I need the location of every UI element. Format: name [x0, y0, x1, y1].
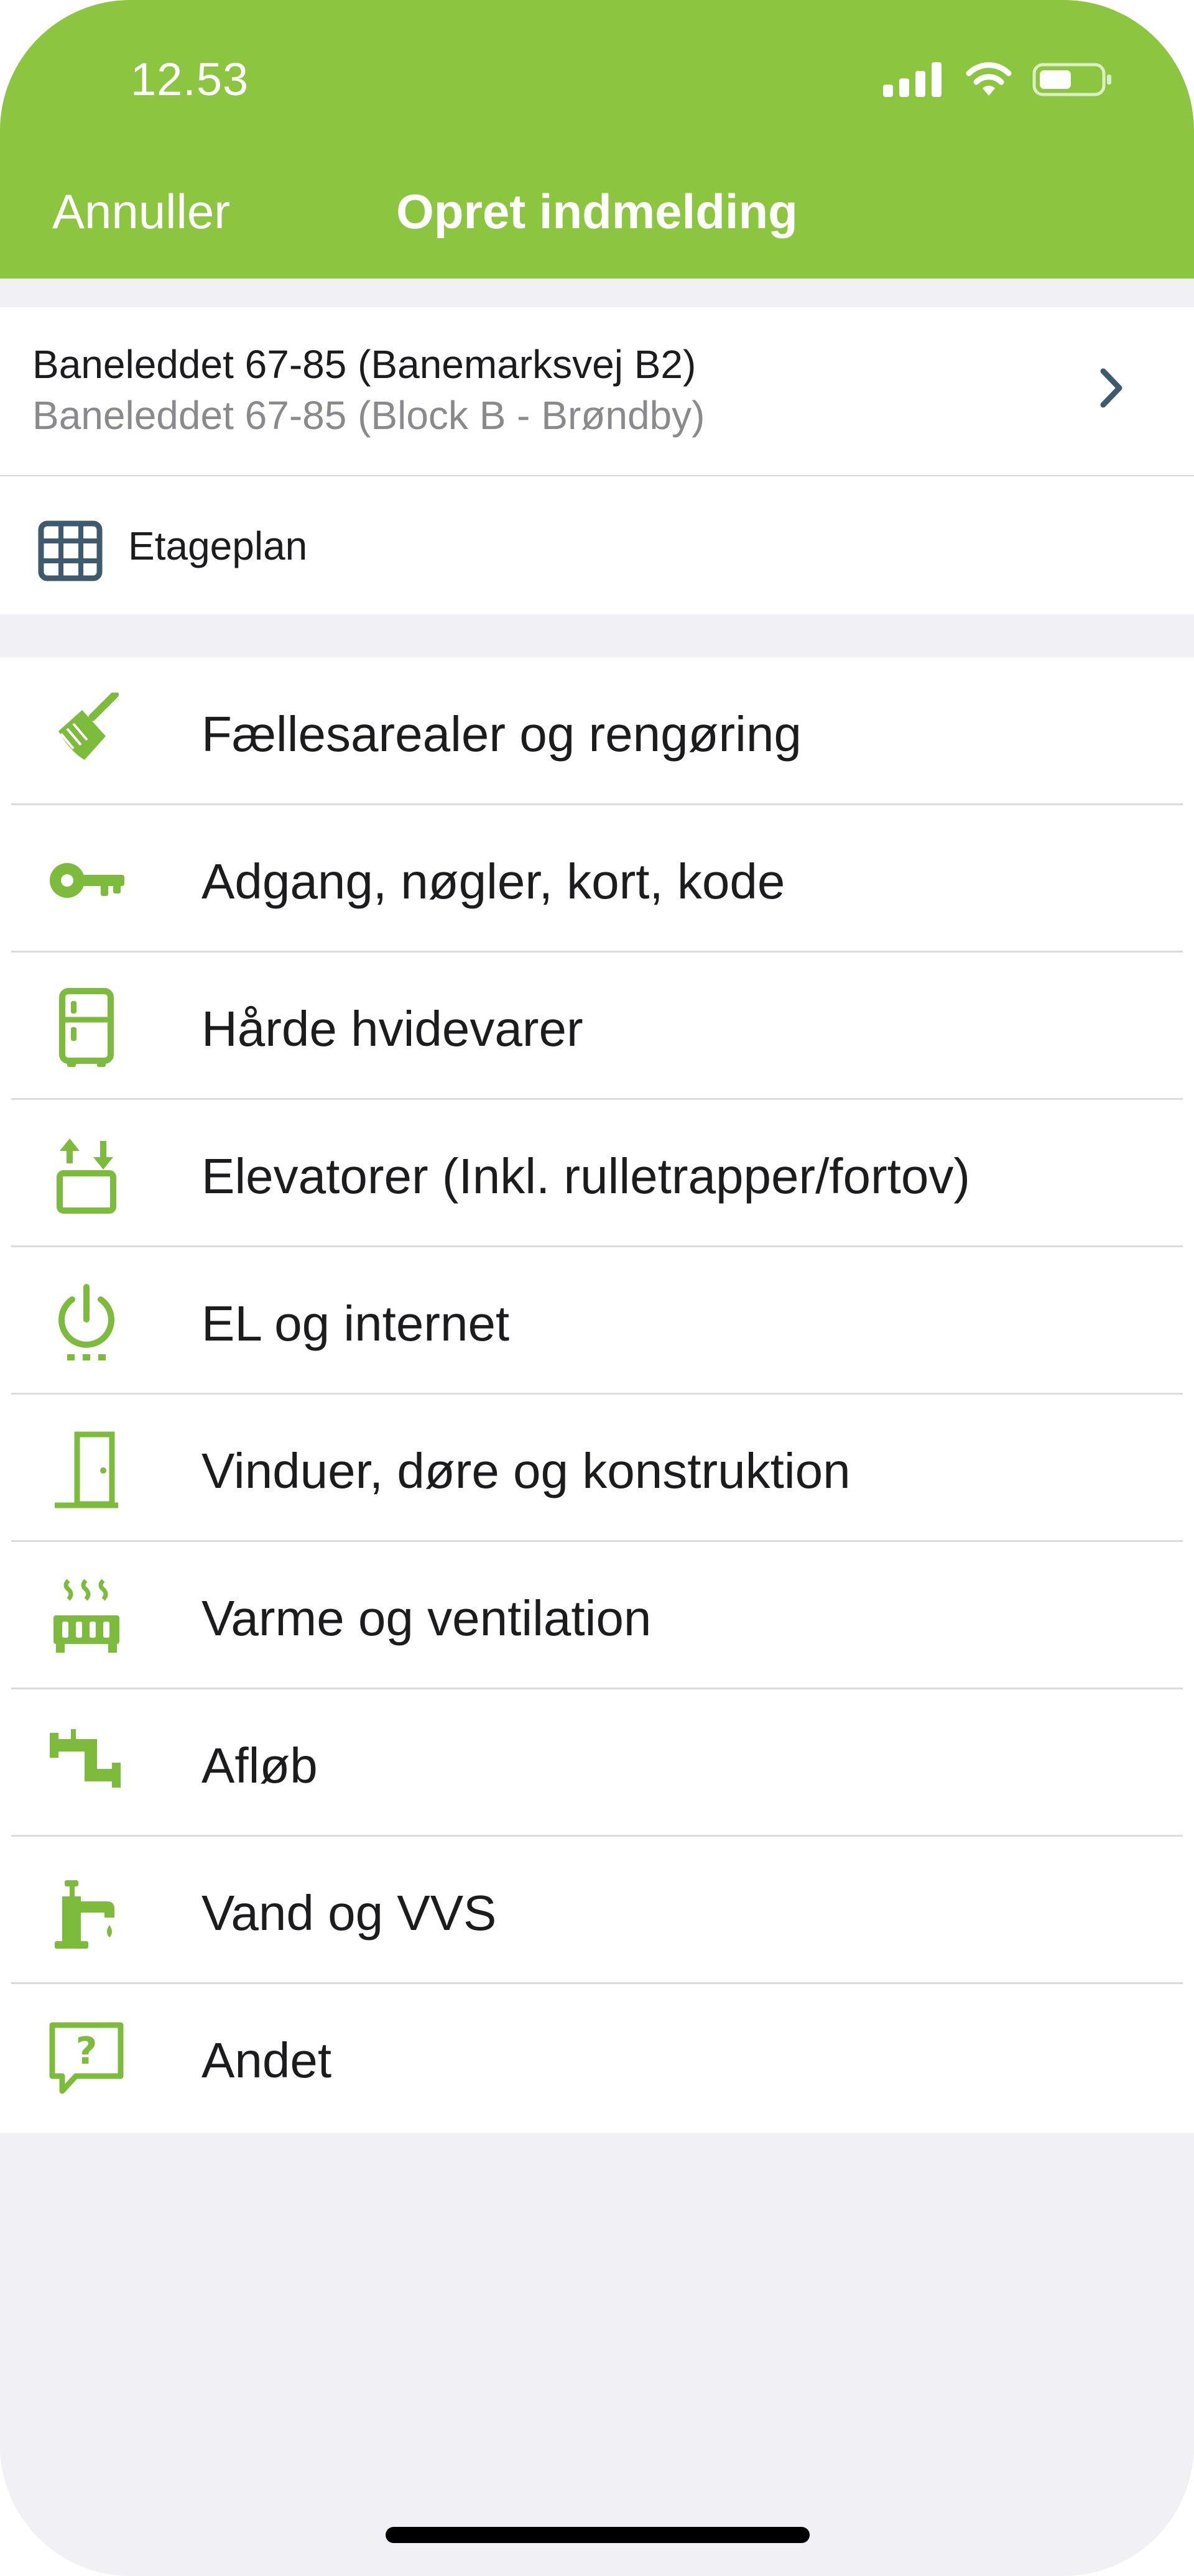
category-item-access[interactable]: Adgang, nøgler, kort, kode: [0, 805, 1194, 953]
category-item-electricity[interactable]: EL og internet: [0, 1247, 1194, 1395]
category-label: Elevatorer (Inkl. rulletrapper/fortov): [201, 1148, 971, 1204]
drain-pipe-icon: [50, 1729, 121, 1788]
faucet-icon: [55, 1880, 114, 1949]
category-label: Hårde hvidevarer: [201, 1001, 583, 1056]
status-time: 12.53: [131, 53, 249, 105]
category-label: EL og internet: [201, 1296, 510, 1351]
category-label: Adgang, nøgler, kort, kode: [201, 854, 785, 909]
category-item-windows-doors[interactable]: Vinduer, døre og konstruktion: [0, 1395, 1194, 1542]
category-item-heating[interactable]: Varme og ventilation: [0, 1542, 1194, 1689]
wifi-icon: [966, 62, 1012, 96]
location-selector[interactable]: Baneleddet 67-85 (Banemarksvej B2) Banel…: [0, 307, 1194, 475]
svg-text:?: ?: [76, 2029, 98, 2073]
category-item-water[interactable]: Vand og VVS: [0, 1837, 1194, 1984]
floorplan-button[interactable]: Etageplan: [0, 476, 1194, 614]
header: 12.53 Annuller Opret indmelding: [0, 0, 1194, 279]
question-bubble-icon: ?: [49, 2022, 124, 2094]
page-title: Opret indmelding: [396, 184, 798, 239]
power-icon: [58, 1284, 114, 1360]
broom-icon: [58, 693, 119, 760]
category-label: Afløb: [201, 1738, 318, 1793]
radiator-icon: [53, 1579, 119, 1653]
fridge-icon: [59, 988, 114, 1067]
chevron-right-icon: [1100, 368, 1122, 408]
home-indicator[interactable]: [386, 2527, 810, 2543]
phone-screen: 12.53 Annuller Opret indmelding Baneledd…: [0, 0, 1194, 2576]
category-item-appliances[interactable]: Hårde hvidevarer: [0, 953, 1194, 1100]
category-list: Fællesarealer og rengøring Adgang, nøgle…: [0, 658, 1194, 2133]
floorplan-label: Etageplan: [128, 524, 308, 568]
category-label: Vand og VVS: [201, 1885, 497, 1941]
battery-icon: [1032, 63, 1111, 96]
category-label: Fællesarealer og rengøring: [201, 706, 802, 762]
category-item-other[interactable]: ? Andet: [0, 1984, 1194, 2131]
cellular-signal-icon: [883, 62, 942, 97]
key-icon: [50, 863, 124, 898]
location-secondary: Baneleddet 67-85 (Block B - Brøndby): [32, 393, 705, 438]
category-item-elevators[interactable]: Elevatorer (Inkl. rulletrapper/fortov): [0, 1100, 1194, 1247]
category-label: Vinduer, døre og konstruktion: [201, 1443, 851, 1498]
floorplan-icon: [38, 520, 103, 581]
category-label: Varme og ventilation: [201, 1590, 652, 1646]
category-item-drain[interactable]: Afløb: [0, 1689, 1194, 1837]
location-primary: Baneleddet 67-85 (Banemarksvej B2): [32, 342, 696, 387]
category-item-common-areas[interactable]: Fællesarealer og rengøring: [0, 658, 1194, 805]
category-label: Andet: [201, 2033, 332, 2088]
elevator-icon: [57, 1138, 116, 1214]
status-icons: [883, 55, 1113, 104]
door-icon: [55, 1431, 118, 1508]
